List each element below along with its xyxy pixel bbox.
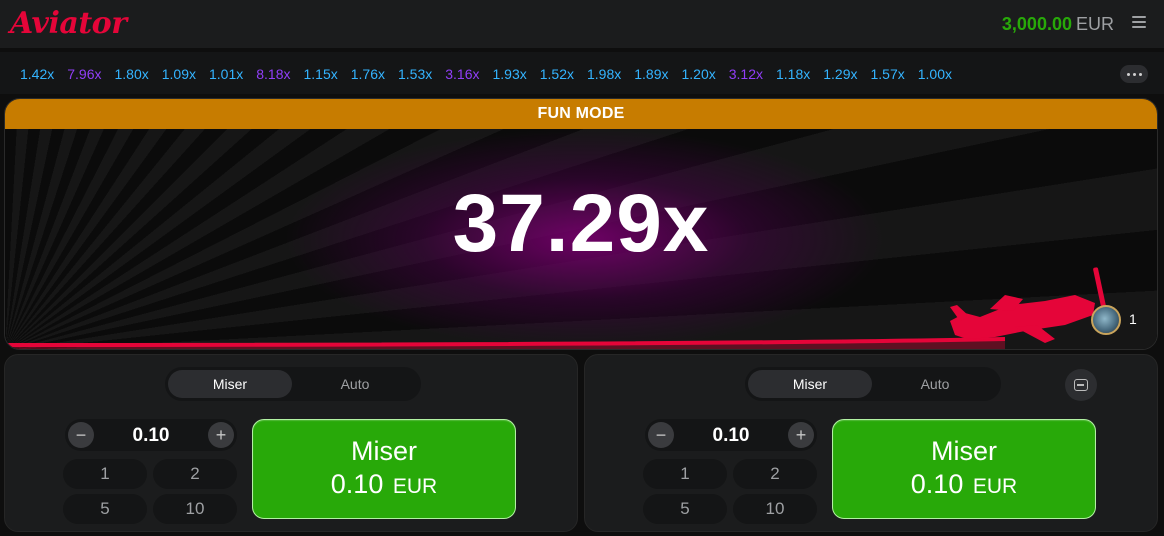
top-bar: Aviator 3,000.00 EUR <box>0 0 1164 48</box>
quick-bet-5[interactable]: 5 <box>643 494 727 524</box>
flight-curve <box>5 267 1110 349</box>
remove-bet-panel-button[interactable] <box>1065 369 1097 401</box>
bet-button-label: Miser <box>931 435 997 466</box>
history-item[interactable]: 1.93x <box>493 66 527 82</box>
history-item[interactable]: 1.29x <box>823 66 857 82</box>
history-item[interactable]: 3.16x <box>445 66 479 82</box>
history-item[interactable]: 1.00x <box>918 66 952 82</box>
increase-bet-button[interactable]: + <box>208 422 234 448</box>
balance-display: 3,000.00 EUR <box>1002 14 1114 35</box>
player-count: 1 <box>1129 311 1137 327</box>
quick-bet-10[interactable]: 10 <box>153 494 237 524</box>
minus-icon: − <box>655 425 667 445</box>
hamburger-icon[interactable] <box>1132 16 1146 28</box>
bet-amount-stepper: − 0.10 + <box>65 419 237 451</box>
bet-amount-stepper: − 0.10 + <box>645 419 817 451</box>
history-item[interactable]: 1.15x <box>304 66 338 82</box>
tab-bet[interactable]: Miser <box>168 370 292 398</box>
history-item[interactable]: 1.89x <box>634 66 668 82</box>
aviator-logo[interactable]: Aviator <box>10 6 127 41</box>
avatar <box>1091 305 1121 335</box>
history-item[interactable]: 1.57x <box>871 66 905 82</box>
quick-bet-10[interactable]: 10 <box>733 494 817 524</box>
bet-button-amount: 0.10 EUR <box>330 468 438 499</box>
history-item[interactable]: 1.98x <box>587 66 621 82</box>
quick-bet-1[interactable]: 1 <box>63 459 147 489</box>
quick-bet-5[interactable]: 5 <box>63 494 147 524</box>
tab-bet[interactable]: Miser <box>748 370 872 398</box>
airplane-icon <box>950 267 1110 343</box>
bet-button-amount: 0.10 EUR <box>910 468 1018 499</box>
history-item[interactable]: 1.42x <box>20 66 54 82</box>
history-item[interactable]: 3.12x <box>729 66 763 82</box>
minus-icon: − <box>75 425 87 445</box>
bet-amount-value[interactable]: 0.10 <box>675 425 787 447</box>
history-item[interactable]: 1.20x <box>682 66 716 82</box>
bet-panel-1: Miser Auto − 0.10 + 1 2 5 10 Miser 0.10 … <box>4 354 578 532</box>
plus-icon: + <box>795 425 807 445</box>
history-more-button[interactable] <box>1120 65 1148 83</box>
history-item[interactable]: 1.09x <box>162 66 196 82</box>
history-item[interactable]: 1.18x <box>776 66 810 82</box>
players-indicator: 1 <box>1091 303 1155 339</box>
plus-icon: + <box>215 425 227 445</box>
minus-square-icon <box>1074 379 1088 391</box>
bet-button-label: Miser <box>351 435 417 466</box>
history-item[interactable]: 1.53x <box>398 66 432 82</box>
history-item[interactable]: 7.96x <box>67 66 101 82</box>
bet-mode-tabs: Miser Auto <box>745 367 1001 401</box>
multiplier-history: 1.42x 7.96x 1.80x 1.09x 1.01x 8.18x 1.15x 1.76x… <box>0 52 1164 94</box>
decrease-bet-button[interactable]: − <box>68 422 94 448</box>
ellipsis-icon <box>1126 72 1130 76</box>
bet-panel-2: Miser Auto − 0.10 + 1 2 5 10 Miser 0.10 … <box>584 354 1158 532</box>
tab-auto[interactable]: Auto <box>293 370 417 398</box>
place-bet-button[interactable]: Miser 0.10 EUR <box>252 419 516 519</box>
quick-bet-2[interactable]: 2 <box>153 459 237 489</box>
bet-amount-value[interactable]: 0.10 <box>95 425 207 447</box>
history-item[interactable]: 1.76x <box>351 66 385 82</box>
history-item[interactable]: 1.01x <box>209 66 243 82</box>
quick-bet-1[interactable]: 1 <box>643 459 727 489</box>
place-bet-button[interactable]: Miser 0.10 EUR <box>832 419 1096 519</box>
history-list: 1.42x 7.96x 1.80x 1.09x 1.01x 8.18x 1.15x 1.76x… <box>20 66 1110 84</box>
increase-bet-button[interactable]: + <box>788 422 814 448</box>
bet-mode-tabs: Miser Auto <box>165 367 421 401</box>
quick-bet-2[interactable]: 2 <box>733 459 817 489</box>
balance-currency: EUR <box>1075 14 1114 34</box>
balance-value: 3,000.00 <box>1001 14 1072 34</box>
decrease-bet-button[interactable]: − <box>648 422 674 448</box>
history-item[interactable]: 1.52x <box>540 66 574 82</box>
tab-auto[interactable]: Auto <box>873 370 997 398</box>
history-item[interactable]: 8.18x <box>256 66 290 82</box>
game-stage: FUN MODE 37.29x 1 <box>4 98 1158 350</box>
history-item[interactable]: 1.80x <box>115 66 149 82</box>
